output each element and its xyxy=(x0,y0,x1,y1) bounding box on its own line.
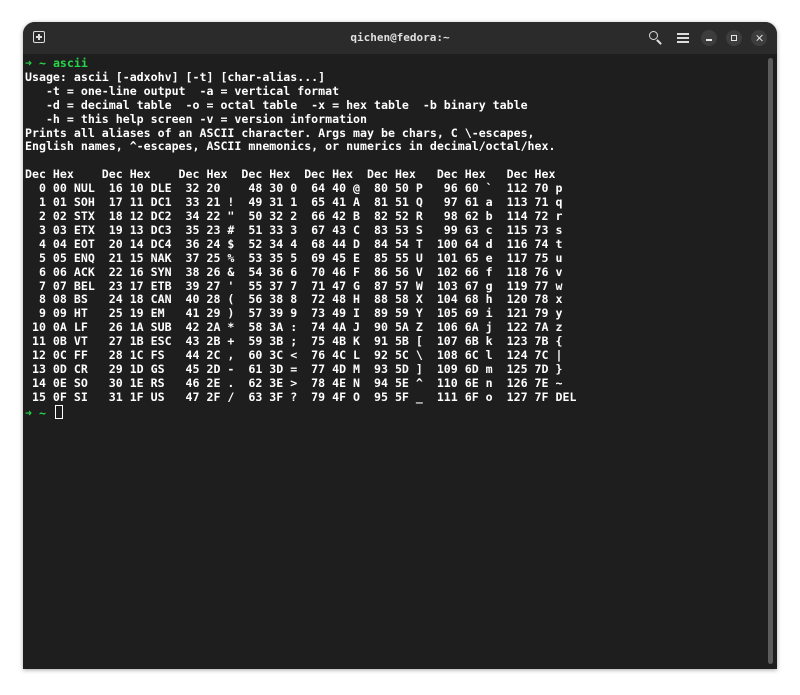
table-line: 8 08 BS 24 18 CAN 40 28 ( 56 38 8 72 48 … xyxy=(25,292,563,307)
terminal-output: ➜ ~ ascii Usage: ascii [-adxohv] [-t] [ch… xyxy=(23,54,765,421)
text-cursor xyxy=(54,404,63,419)
usage-line: -d = decimal table -o = octal table -x =… xyxy=(25,97,528,112)
usage-line: -h = this help screen -v = version infor… xyxy=(25,111,368,126)
table-line: 6 06 ACK 22 16 SYN 38 26 & 54 36 6 70 46… xyxy=(25,264,563,279)
terminal-area[interactable]: ➜ ~ ascii Usage: ascii [-adxohv] [-t] [ch… xyxy=(23,54,765,669)
title-bar[interactable]: qichen@fedora:~ xyxy=(23,22,777,54)
table-line: 14 0E SO 30 1E RS 46 2E . 62 3E > 78 4E … xyxy=(25,375,563,390)
prompt-line: ➜ ~ ascii xyxy=(25,56,765,71)
usage-line: Usage: ascii [-adxohv] [-t] [char-alias.… xyxy=(25,69,326,84)
active-prompt-line[interactable]: ➜ ~ xyxy=(25,404,765,421)
prompt-directory: ~ xyxy=(38,405,46,420)
table-line: 11 0B VT 27 1B ESC 43 2B + 59 3B ; 75 4B… xyxy=(25,334,563,349)
table-line: 9 09 HT 25 19 EM 41 29 ) 57 39 9 73 49 I… xyxy=(25,306,563,321)
maximize-button[interactable] xyxy=(726,30,742,46)
window-title: qichen@fedora:~ xyxy=(350,31,450,44)
ascii-table: Dec Hex Dec Hex Dec Hex Dec Hex Dec Hex … xyxy=(25,167,765,404)
hamburger-menu-icon[interactable] xyxy=(677,33,689,43)
table-line: 13 0D CR 29 1D GS 45 2D - 61 3D = 77 4D … xyxy=(25,361,563,376)
table-line: 3 03 ETX 19 13 DC3 35 23 # 51 33 3 67 43… xyxy=(25,222,563,237)
usage-line: Prints all aliases of an ASCII character… xyxy=(25,125,535,140)
usage-text: Usage: ascii [-adxohv] [-t] [char-alias.… xyxy=(25,69,765,154)
terminal-window: qichen@fedora:~ ➜ ~ ascii Usage: ascii [-… xyxy=(23,22,777,669)
table-line: Dec Hex Dec Hex Dec Hex Dec Hex Dec Hex … xyxy=(25,167,556,182)
table-line: 15 0F SI 31 1F US 47 2F / 63 3F ? 79 4F … xyxy=(25,389,577,404)
search-icon[interactable] xyxy=(649,31,663,45)
usage-line: English names, ^-escapes, ASCII mnemonic… xyxy=(25,139,556,154)
table-line: 0 00 NUL 16 10 DLE 32 20 48 30 0 64 40 @… xyxy=(25,181,563,196)
entered-command: ascii xyxy=(52,56,88,70)
scrollbar[interactable] xyxy=(768,58,773,664)
table-line: 12 0C FF 28 1C FS 44 2C , 60 3C < 76 4C … xyxy=(25,348,563,363)
table-line: 2 02 STX 18 12 DC2 34 22 " 50 32 2 66 42… xyxy=(25,208,563,223)
table-line: 1 01 SOH 17 11 DC1 33 21 ! 49 31 1 65 41… xyxy=(25,195,563,210)
table-line: 4 04 EOT 20 14 DC4 36 24 $ 52 34 4 68 44… xyxy=(25,236,563,251)
prompt-directory: ~ xyxy=(38,56,46,70)
usage-line: -t = one-line output -a = vertical forma… xyxy=(25,83,340,98)
table-line: 5 05 ENQ 21 15 NAK 37 25 % 53 35 5 69 45… xyxy=(25,250,563,265)
minimize-button[interactable] xyxy=(701,30,717,46)
prompt-arrow-icon: ➜ xyxy=(25,56,32,70)
close-button[interactable] xyxy=(751,30,767,46)
table-line: 7 07 BEL 23 17 ETB 39 27 ' 55 37 7 71 47… xyxy=(25,278,563,293)
prompt-arrow-icon: ➜ xyxy=(25,405,32,420)
table-line: 10 0A LF 26 1A SUB 42 2A * 58 3A : 74 4A… xyxy=(25,320,563,335)
